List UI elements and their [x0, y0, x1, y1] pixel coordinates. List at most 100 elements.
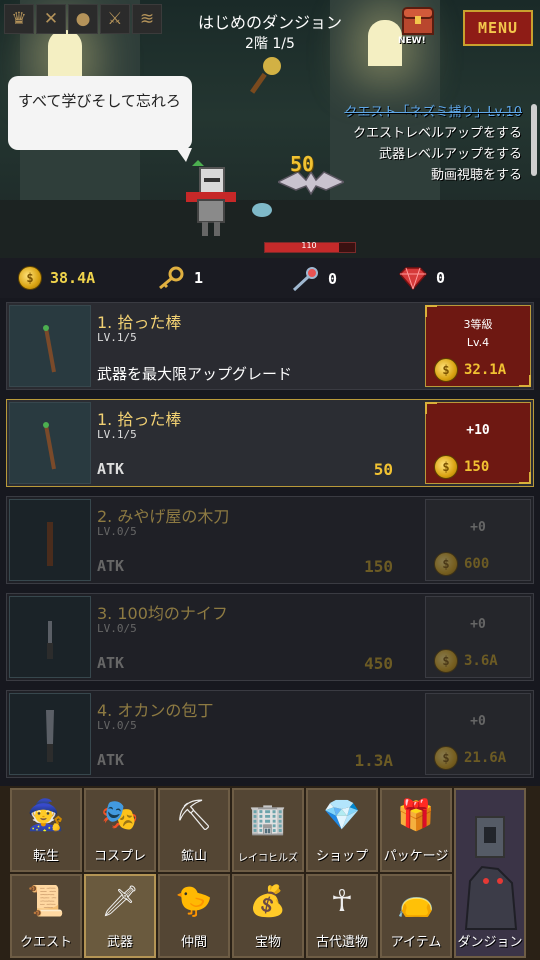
nav-artifact[interactable]: ☥ 古代遺物: [306, 874, 378, 958]
nav-label: パッケージ: [383, 849, 449, 864]
corner-ornament: [425, 402, 437, 414]
quest-line[interactable]: クエストレベルアップをする: [353, 122, 522, 141]
sword-icon[interactable]: ⚔: [100, 4, 130, 34]
gold-amount: 38.4A: [50, 269, 96, 287]
pickaxe-icon: ⛏: [174, 798, 214, 833]
level-up-amount: +0: [470, 617, 486, 632]
weapon-row[interactable]: 4. オカンの包丁 LV.0/5 ATK 1.3A +0 $ 21.6A: [6, 690, 534, 778]
coin-icon: $: [434, 552, 458, 576]
window-light: [368, 20, 402, 66]
nav-dungeon[interactable]: ダンジョン: [454, 788, 526, 958]
level-up-button[interactable]: +0 $ 600: [425, 499, 531, 581]
level-up-button[interactable]: +10 $ 150: [425, 402, 531, 484]
menu-button[interactable]: MENU: [463, 10, 533, 46]
nav-label: クエスト: [19, 935, 72, 950]
weapon-level: LV.1/5: [97, 428, 137, 441]
nav-hills[interactable]: 🏢 レイコヒルズ: [232, 788, 304, 872]
weapon-name: 1. 拾った棒: [97, 410, 182, 429]
weapon-row[interactable]: 3. 100均のナイフ LV.0/5 ATK 450 +0 $ 3.6A: [6, 593, 534, 681]
gem-count: 0: [436, 269, 446, 287]
weapon-upgrade-desc: 武器を最大限アップグレード: [97, 365, 293, 383]
quest-line[interactable]: 動画視聴をする: [431, 164, 522, 183]
nav-shop[interactable]: 💎 ショップ: [306, 788, 378, 872]
quest-line[interactable]: 武器レベルアップをする: [379, 143, 522, 162]
grade-level: Lv.4: [466, 336, 490, 349]
buy-cost: $ 150: [434, 455, 489, 479]
corner-ornament: [425, 305, 437, 317]
crossed-swords-icon[interactable]: ✕: [36, 4, 66, 34]
nav-label: 鉱山: [180, 849, 207, 864]
nav-label: 古代遺物: [315, 935, 368, 950]
crown-icon[interactable]: ♛: [4, 4, 34, 34]
window-light: [48, 30, 82, 76]
weapon-name: 4. オカンの包丁: [97, 701, 214, 720]
nav-label: レイコヒルズ: [238, 853, 298, 864]
nav-weapon[interactable]: 🗡 武器: [84, 874, 156, 958]
coin-icon: $: [434, 649, 458, 673]
stat-label: ATK: [97, 751, 125, 769]
nav-label: ショップ: [315, 849, 368, 864]
slime-enemy[interactable]: [250, 198, 274, 218]
buy-cost: $ 600: [434, 552, 489, 576]
stat-value: 150: [364, 557, 393, 576]
cost-value: 3.6A: [464, 653, 498, 669]
nav-rebirth[interactable]: 🧙 転生: [10, 788, 82, 872]
nav-item[interactable]: 👝 アイテム: [380, 874, 452, 958]
coin-icon: $: [434, 358, 458, 382]
weapon-upgrade-row[interactable]: 1. 拾った棒 LV.1/5 武器を最大限アップグレード 3等級 Lv.4 $ …: [6, 302, 534, 390]
treasure-chest-button[interactable]: NEW!: [398, 6, 436, 50]
level-up-amount: +10: [466, 423, 490, 438]
weapon-row[interactable]: 2. みやげ屋の木刀 LV.0/5 ATK 150 +0 $ 600: [6, 496, 534, 584]
nav-companion[interactable]: 🐤 仲間: [158, 874, 230, 958]
scroll-icon[interactable]: ≋: [132, 4, 162, 34]
stat-label: ATK: [97, 654, 125, 672]
grade-upgrade-button[interactable]: 3等級 Lv.4 $ 32.1A: [425, 305, 531, 387]
coin-icon: $: [18, 266, 42, 290]
nav-label: 転生: [32, 849, 59, 864]
level-up-button[interactable]: +0 $ 3.6A: [425, 596, 531, 678]
scepter-icon: [292, 267, 318, 292]
stat-label: ATK: [97, 557, 125, 575]
scepter-count: 0: [328, 270, 338, 288]
level-up-button[interactable]: +0 $ 21.6A: [425, 693, 531, 775]
stat-label: ATK: [97, 460, 125, 478]
level-up-amount: +0: [470, 520, 486, 535]
damage-number: 50: [290, 152, 315, 176]
corner-ornament: [519, 375, 531, 387]
buy-cost: $ 3.6A: [434, 649, 498, 673]
nav-label: 仲間: [180, 935, 207, 950]
level-up-amount: +0: [470, 714, 486, 729]
building-icon: 🏢: [249, 802, 287, 837]
nav-treasure[interactable]: 💰 宝物: [232, 874, 304, 958]
quest-scrollbar[interactable]: [531, 104, 537, 176]
nav-cosplay[interactable]: 🎭 コスプレ: [84, 788, 156, 872]
nav-quest[interactable]: 📜 クエスト: [10, 874, 82, 958]
nav-mine[interactable]: ⛏ 鉱山: [158, 788, 230, 872]
cost-value: 21.6A: [464, 750, 507, 766]
knife-icon: [47, 621, 53, 659]
weapon-level: LV.0/5: [97, 525, 137, 538]
grade-label: 3等級: [463, 318, 493, 331]
weapon-thumbnail: [9, 596, 91, 678]
nav-label: 宝物: [254, 935, 281, 950]
quest-line-current[interactable]: クエスト「ネズミ捕り」Lv.10: [344, 101, 522, 120]
key-count: 1: [194, 269, 204, 287]
corner-ornament: [519, 472, 531, 484]
weapon-thumbnail: [9, 693, 91, 775]
weapon-name: 1. 拾った棒: [97, 313, 182, 332]
coin-icon[interactable]: ●: [68, 4, 98, 34]
stick-icon: [43, 422, 56, 470]
stat-value: 450: [364, 654, 393, 673]
nav-package[interactable]: 🎁 パッケージ: [380, 788, 452, 872]
cost-value: 32.1A: [464, 362, 507, 378]
buy-cost: $ 21.6A: [434, 746, 506, 770]
weapon-row-selected[interactable]: 1. 拾った棒 LV.1/5 ATK 50 +10 $ 150: [6, 399, 534, 487]
weapon-level: LV.1/5: [97, 331, 137, 344]
stat-value: 50: [373, 460, 393, 479]
ruby-icon: [398, 267, 428, 290]
speech-bubble: すべて学びそして忘れろ: [8, 76, 192, 162]
weapon-level: LV.0/5: [97, 719, 137, 732]
battle-scene: ♛ ✕ ● ⚔ ≋ はじめのダンジョン 2階 1/5 NEW! MENU すべて…: [0, 0, 540, 258]
buy-cost: $ 32.1A: [434, 358, 506, 382]
gold-display: $ 38.4A: [18, 266, 95, 290]
